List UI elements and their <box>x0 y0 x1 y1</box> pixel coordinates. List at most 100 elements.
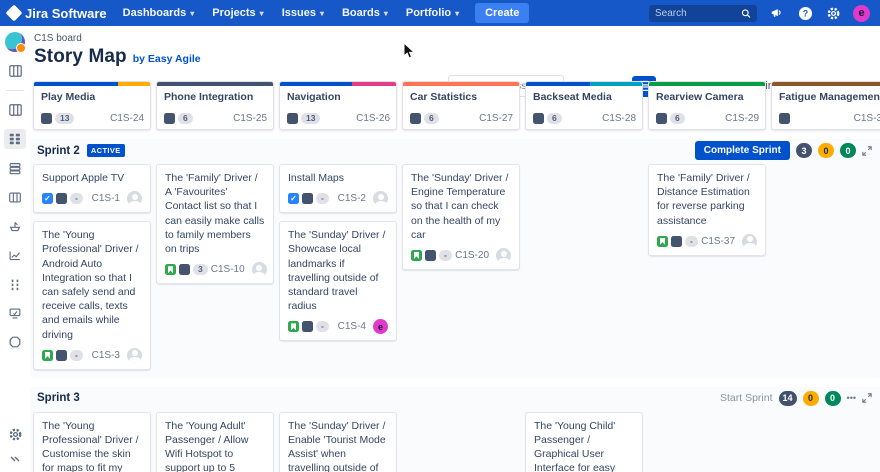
structure-icon[interactable] <box>4 274 26 294</box>
issue-key: C1S-10 <box>210 264 245 276</box>
megaphone-icon[interactable] <box>769 5 785 21</box>
estimate-badge: 6 <box>424 113 439 124</box>
card-column: The 'Family' Driver / Distance Estimatio… <box>648 164 766 256</box>
epic-card-1[interactable]: Play Media 13 C1S-24 <box>33 81 151 130</box>
settings-icon[interactable] <box>825 5 841 21</box>
card-title: The 'Family' Driver / Distance Estimatio… <box>657 172 750 227</box>
estimate-badge: 13 <box>301 113 321 124</box>
epic-footer: 6 C1S-27 <box>410 113 513 124</box>
card-column: The 'Family' Driver / A 'Favourites' Con… <box>156 164 274 285</box>
epic-card-2[interactable]: Phone Integration 6 C1S-25 <box>156 81 274 130</box>
assignee-avatar[interactable] <box>127 191 142 207</box>
create-button[interactable]: Create <box>475 3 530 23</box>
estimate-badge: - <box>316 321 329 333</box>
epic-icon <box>164 113 175 124</box>
card-footer: - C1S-4 e <box>288 319 388 335</box>
issue-card[interactable]: The 'Sunday' Driver / Enable 'Tourist Mo… <box>279 411 397 472</box>
help-icon[interactable]: ? <box>797 5 813 21</box>
active-sprints-icon[interactable] <box>4 187 26 207</box>
reports-icon[interactable] <box>4 245 26 265</box>
sprint-more-button[interactable]: ••• <box>847 393 856 403</box>
menu-projects[interactable]: Projects ▾ <box>212 7 263 19</box>
search-input[interactable] <box>655 7 741 19</box>
card-footer: ✓ - C1S-2 <box>288 191 388 207</box>
estimate-badge: 13 <box>55 113 75 124</box>
sidebar-settings-icon[interactable] <box>4 424 26 444</box>
backlog-icon[interactable] <box>4 158 26 178</box>
issue-card[interactable]: The 'Family' Driver / Distance Estimatio… <box>648 164 766 256</box>
card-footer: - C1S-37 <box>657 233 757 249</box>
epic-card-4[interactable]: Car Statistics 6 C1S-27 <box>402 81 520 130</box>
search-icon <box>741 8 751 18</box>
estimate-badge: 3 <box>193 264 208 276</box>
issue-card[interactable]: The 'Young Child' Passenger / Graphical … <box>525 411 643 472</box>
card-title: The 'Young Professional' Driver / Androi… <box>42 229 139 341</box>
issue-card[interactable]: The 'Young Professional' Driver / Androi… <box>33 221 151 370</box>
sprint-header-actions: Complete Sprint 3 0 0 <box>694 141 872 160</box>
releases-icon[interactable] <box>4 216 26 236</box>
menu-portfolio[interactable]: Portfolio ▾ <box>406 7 459 19</box>
epic-name: Phone Integration <box>164 91 254 103</box>
inprogress-count: 0 <box>802 390 819 406</box>
card-footer: - C1S-3 <box>42 347 142 363</box>
menu-boards[interactable]: Boards ▾ <box>342 7 388 19</box>
card-title: The 'Young Adult' Passenger / Allow Wifi… <box>165 419 249 472</box>
card-title: Support Apple TV <box>42 172 125 184</box>
sprint-cards-grid: Support Apple TV ✓ - C1S-1 The 'Young Profes… <box>33 164 880 370</box>
menu-issues[interactable]: Issues ▾ <box>282 7 324 19</box>
card-title: Install Maps <box>288 172 345 184</box>
epic-name: Navigation <box>287 91 341 103</box>
sprint-header: Sprint 3 Start Sprint 14 0 0 ••• <box>30 387 880 410</box>
project-avatar[interactable] <box>5 32 26 53</box>
story-map-nav-icon[interactable] <box>4 61 26 81</box>
user-avatar[interactable]: e <box>853 4 870 22</box>
complete-sprint-button[interactable]: Complete Sprint <box>694 141 790 160</box>
epic-card-6[interactable]: Rearview Camera 6 C1S-29 <box>648 81 766 130</box>
components-icon[interactable] <box>4 303 26 323</box>
epic-card-5[interactable]: Backseat Media 6 C1S-28 <box>525 81 643 130</box>
issue-card[interactable]: The 'Sunday' Driver / Engine Temperature… <box>402 164 520 271</box>
epic-icon <box>656 113 667 124</box>
issue-key: C1S-20 <box>455 250 489 262</box>
issue-key: C1S-37 <box>701 235 735 247</box>
epic-icon <box>41 113 52 124</box>
bookmark-glyph <box>414 252 419 260</box>
card-column: The 'Sunday' Driver / Engine Temperature… <box>402 164 520 271</box>
done-count: 0 <box>840 143 856 158</box>
task-type-icon: ✓ <box>288 193 299 205</box>
issue-card[interactable]: The 'Young Adult' Passenger / Allow Wifi… <box>156 411 274 472</box>
jira-logo-text: Jira Software <box>25 5 107 21</box>
epic-card-7[interactable]: Fatigue Management C1S-3 <box>771 81 880 130</box>
epic-card-3[interactable]: Navigation 13 C1S-26 <box>279 81 397 130</box>
story-map-icon[interactable] <box>4 100 26 120</box>
collapse-sprint-icon[interactable] <box>862 393 872 404</box>
story-type-icon <box>42 349 53 361</box>
top-nav-menus: Dashboards ▾ Projects ▾ Issues ▾ Boards ▾ Portfo… <box>123 7 459 19</box>
issue-card[interactable]: The 'Sunday' Driver / Showcase local lan… <box>279 221 397 342</box>
issue-card[interactable]: Support Apple TV ✓ - C1S-1 <box>33 164 151 214</box>
sidebar <box>0 26 30 472</box>
menu-dashboards[interactable]: Dashboards ▾ <box>123 7 195 19</box>
issue-card[interactable]: The 'Young Professional' Driver / Custom… <box>33 411 151 472</box>
assignee-avatar[interactable] <box>373 191 388 207</box>
issue-card[interactable]: Install Maps ✓ - C1S-2 <box>279 164 397 214</box>
breadcrumb[interactable]: C1S board <box>34 33 880 44</box>
assignee-avatar[interactable] <box>742 233 757 249</box>
start-sprint-link[interactable]: Start Sprint <box>720 392 773 404</box>
search-box[interactable] <box>649 4 757 22</box>
epic-name: Car Statistics <box>410 91 478 103</box>
jira-logo[interactable]: Jira Software <box>5 4 107 22</box>
assignee-avatar[interactable] <box>127 347 142 363</box>
assignee-avatar[interactable] <box>251 262 267 278</box>
story-type-icon <box>411 250 422 262</box>
collapse-sprint-icon[interactable] <box>862 145 872 156</box>
assignee-avatar[interactable]: e <box>373 319 388 335</box>
issue-card[interactable]: The 'Family' Driver / A 'Favourites' Con… <box>156 164 274 285</box>
addons-icon[interactable] <box>4 332 26 352</box>
board-grid-icon[interactable] <box>4 129 26 149</box>
collapse-sidebar-icon[interactable] <box>4 450 26 470</box>
byline-link[interactable]: by Easy Agile <box>133 53 201 65</box>
issue-key: C1S-24 <box>110 113 144 124</box>
assignee-avatar[interactable] <box>496 248 511 264</box>
chevron-down-icon: ▾ <box>455 8 460 18</box>
